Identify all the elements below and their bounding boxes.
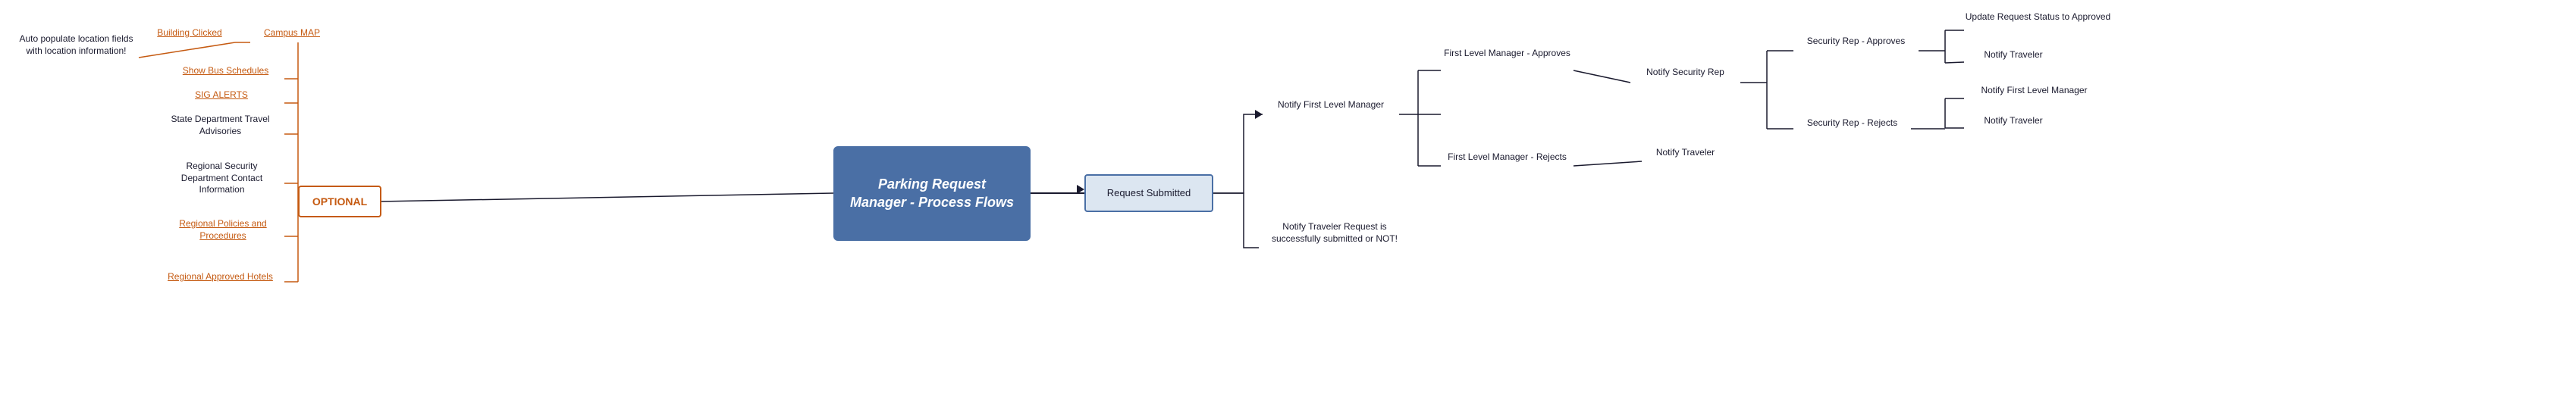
auto-populate-node: Auto populate location fields with locat… [14, 33, 139, 57]
state-dept-node: State Department Travel Advisories [162, 114, 279, 137]
update-request-status-node: Update Request Status to Approved [1964, 11, 2112, 23]
optional-node: OPTIONAL [298, 186, 381, 217]
connector-lines [0, 0, 2576, 406]
notify-traveler-approved-node: Notify Traveler [1964, 49, 2063, 61]
regional-security-node: Regional Security Department Contact Inf… [163, 161, 281, 196]
regional-security-label: Regional Security Department Contact Inf… [163, 161, 281, 196]
notify-first-level-manager2-node: Notify First Level Manager [1964, 85, 2104, 97]
first-level-approves-label: First Level Manager - Approves [1444, 48, 1570, 60]
regional-hotels-label: Regional Approved Hotels [168, 271, 273, 283]
sig-alerts-label: SIG ALERTS [195, 89, 248, 102]
building-clicked-node: Building Clicked [144, 27, 235, 39]
optional-label: OPTIONAL [312, 195, 367, 208]
show-bus-schedules-label: Show Bus Schedules [183, 65, 268, 77]
regional-policies-node: Regional Policies and Procedures [167, 218, 279, 242]
notify-traveler3-label: Notify Traveler [1984, 115, 2042, 127]
notify-traveler-approved-label: Notify Traveler [1984, 49, 2042, 61]
request-submitted-label: Request Submitted [1107, 187, 1191, 200]
notify-traveler-reject-label: Notify Traveler [1656, 147, 1715, 159]
notify-security-rep-node: Notify Security Rep [1630, 67, 1740, 79]
first-level-rejects-node: First Level Manager - Rejects [1441, 151, 1574, 164]
notify-traveler-reject-node: Notify Traveler [1642, 147, 1729, 159]
security-rep-rejects-node: Security Rep - Rejects [1793, 117, 1911, 130]
notify-security-rep-label: Notify Security Rep [1646, 67, 1724, 79]
notify-traveler3-node: Notify Traveler [1964, 115, 2063, 127]
regional-policies-label: Regional Policies and Procedures [167, 218, 279, 242]
notify-traveler-submit-label: Notify Traveler Request is successfully … [1259, 221, 1410, 245]
show-bus-schedules-node: Show Bus Schedules [167, 65, 284, 77]
notify-first-level-manager2-label: Notify First Level Manager [1981, 85, 2087, 97]
campus-map-label: Campus MAP [264, 27, 320, 39]
regional-hotels-node: Regional Approved Hotels [162, 271, 279, 283]
center-node: Parking Request Manager - Process Flows [833, 146, 1031, 241]
sig-alerts-node: SIG ALERTS [180, 89, 263, 102]
notify-first-level-node: Notify First Level Manager [1263, 99, 1399, 111]
center-label: Parking Request Manager - Process Flows [849, 176, 1015, 211]
update-request-status-label: Update Request Status to Approved [1966, 11, 2110, 23]
mindmap-diagram: Auto populate location fields with locat… [0, 0, 2576, 406]
campus-map-node: Campus MAP [250, 27, 334, 39]
building-clicked-label: Building Clicked [157, 27, 221, 39]
notify-traveler-submit-node: Notify Traveler Request is successfully … [1259, 221, 1410, 245]
state-dept-label: State Department Travel Advisories [162, 114, 279, 137]
first-level-rejects-label: First Level Manager - Rejects [1448, 151, 1567, 164]
request-submitted-node: Request Submitted [1084, 174, 1213, 212]
security-rep-approves-label: Security Rep - Approves [1807, 36, 1905, 48]
first-level-approves-node: First Level Manager - Approves [1441, 48, 1574, 60]
security-rep-approves-node: Security Rep - Approves [1793, 36, 1919, 48]
notify-first-level-label: Notify First Level Manager [1278, 99, 1384, 111]
auto-populate-label: Auto populate location fields with locat… [14, 33, 139, 57]
security-rep-rejects-label: Security Rep - Rejects [1807, 117, 1897, 130]
